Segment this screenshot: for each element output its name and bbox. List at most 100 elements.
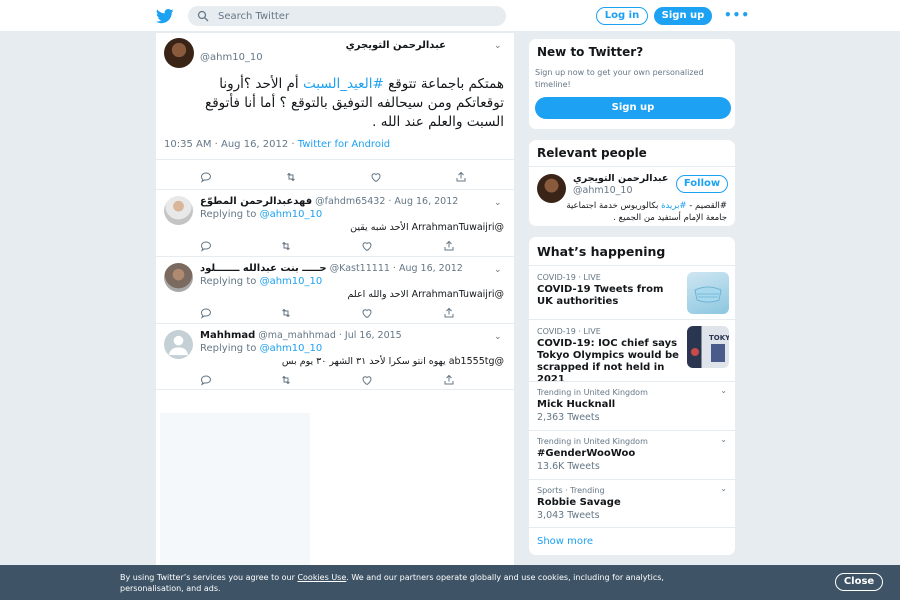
card-title: New to Twitter? bbox=[537, 45, 644, 59]
reply-icon[interactable] bbox=[200, 304, 214, 319]
chevron-down-icon[interactable]: ⌄ bbox=[494, 332, 502, 342]
relevant-people-card: Relevant people عبدالرحمن التويجري @ahm1… bbox=[528, 139, 736, 227]
author-avatar[interactable] bbox=[164, 38, 194, 68]
cookie-banner: By using Twitter’s services you agree to… bbox=[0, 565, 900, 600]
trend-title: COVID-19: IOC chief says Tokyo Olympics … bbox=[537, 338, 679, 385]
whats-happening-card: What’s happening COVID-19 · LIVE COVID-1… bbox=[528, 236, 736, 556]
replying-to: Replying to @ahm10_10 bbox=[200, 209, 322, 220]
card-signup-button[interactable]: Sign up bbox=[535, 97, 731, 119]
person-avatar[interactable] bbox=[537, 174, 566, 203]
trend-meta: Sports · Trending bbox=[537, 486, 605, 495]
cookie-link[interactable]: Cookies Use bbox=[297, 573, 346, 582]
person-handle[interactable]: @ahm10_10 bbox=[573, 185, 633, 196]
divider bbox=[156, 389, 514, 390]
card-title: What’s happening bbox=[537, 244, 666, 259]
trend-meta: Trending in United Kingdom bbox=[537, 388, 648, 397]
chevron-down-icon[interactable]: ⌄ bbox=[494, 198, 502, 208]
trend-count: 2,363 Tweets bbox=[537, 412, 600, 423]
more-options-icon[interactable]: ••• bbox=[724, 9, 749, 22]
reply-text: @ab1555tg يهوه انتو سكرا لأحد ٣١ الشهر ٣… bbox=[281, 356, 504, 367]
reply-author-name[interactable]: حـــــ بنت عبدالله ـــــــلود bbox=[200, 263, 327, 274]
like-icon[interactable] bbox=[361, 304, 375, 319]
reply-icon[interactable] bbox=[200, 168, 214, 183]
reply-tweet[interactable]: فهدعبدالرحمن المطوّع @fahdm65432 · Aug 1… bbox=[156, 190, 514, 256]
twitter-logo-icon[interactable] bbox=[156, 7, 174, 25]
search-icon bbox=[197, 10, 209, 22]
tweet-source[interactable]: Twitter for Android bbox=[298, 139, 390, 150]
close-button[interactable]: Close bbox=[835, 573, 883, 591]
cookie-text: By using Twitter’s services you agree to… bbox=[120, 572, 720, 594]
chevron-down-icon[interactable]: ⌄ bbox=[494, 41, 502, 51]
reply-tweet[interactable]: حـــــ بنت عبدالله ـــــــلود @Kast11111… bbox=[156, 257, 514, 323]
reply-avatar[interactable] bbox=[164, 196, 193, 225]
reply-tweet[interactable]: Mahhmad @ma_mahhmad · Jul 16, 2015 ⌄ Rep… bbox=[156, 324, 514, 390]
trend-item[interactable]: COVID-19 · LIVE COVID-19: IOC chief says… bbox=[529, 319, 735, 385]
reply-author-handle[interactable]: @Kast11111 bbox=[330, 263, 390, 274]
reply-avatar[interactable] bbox=[164, 263, 193, 292]
retweet-icon[interactable] bbox=[280, 237, 294, 251]
author-handle[interactable]: @ahm10_10 bbox=[200, 52, 263, 63]
like-icon[interactable] bbox=[361, 237, 375, 252]
reply-author-handle[interactable]: @fahdm65432 bbox=[315, 196, 385, 207]
chevron-down-icon[interactable]: ⌄ bbox=[494, 265, 502, 275]
trend-title: COVID-19 Tweets from UK authorities bbox=[537, 284, 664, 307]
retweet-icon[interactable] bbox=[285, 168, 299, 182]
reply-icon[interactable] bbox=[200, 371, 214, 386]
trend-item[interactable]: Trending in United Kingdom ⌄ Mick Huckna… bbox=[529, 381, 735, 430]
follow-button[interactable]: Follow bbox=[676, 175, 728, 193]
replying-to-link[interactable]: @ahm10_10 bbox=[260, 209, 323, 220]
share-icon[interactable] bbox=[443, 237, 457, 251]
retweet-icon[interactable] bbox=[280, 371, 294, 385]
share-icon[interactable] bbox=[443, 304, 457, 318]
tweet-text: همتكم باجماعة تتوقع #العيد_السبت أم الأح… bbox=[174, 75, 504, 132]
reply-author-name[interactable]: Mahhmad bbox=[200, 330, 255, 341]
divider bbox=[156, 159, 514, 160]
show-more-row: Show more bbox=[529, 527, 735, 555]
replying-to-link[interactable]: @ahm10_10 bbox=[260, 276, 323, 287]
chevron-down-icon[interactable]: ⌄ bbox=[720, 435, 727, 444]
trend-count: 3,043 Tweets bbox=[537, 510, 600, 521]
author-name[interactable]: عبدالرحمن التويجري bbox=[346, 40, 446, 51]
share-icon[interactable] bbox=[455, 168, 469, 182]
show-more-link[interactable]: Show more bbox=[537, 536, 593, 547]
mask-thumbnail-icon bbox=[687, 272, 729, 314]
trend-meta: COVID-19 · LIVE bbox=[537, 273, 601, 282]
tweet-meta: 10:35 AM · Aug 16, 2012 · Twitter for An… bbox=[164, 139, 390, 150]
tweet-time[interactable]: 10:35 AM · Aug 16, 2012 · bbox=[164, 139, 298, 150]
bio-hashtag[interactable]: #بريدة bbox=[661, 201, 686, 211]
card-title: Relevant people bbox=[537, 146, 647, 160]
reply-text: @ArrahmanTuwaijri الاحد والله اعلم bbox=[347, 289, 504, 300]
reply-date[interactable]: · Aug 16, 2012 bbox=[390, 263, 463, 274]
reply-actions bbox=[200, 237, 470, 252]
reply-author-handle[interactable]: @ma_mahhmad bbox=[258, 330, 336, 341]
reply-actions bbox=[200, 304, 470, 319]
card-description: Sign up now to get your own personalized… bbox=[535, 68, 704, 89]
chevron-down-icon[interactable]: ⌄ bbox=[720, 484, 727, 493]
default-avatar-icon[interactable] bbox=[164, 330, 193, 359]
like-icon[interactable] bbox=[370, 168, 384, 183]
person-name[interactable]: عبدالرحمن التويجري bbox=[573, 173, 668, 184]
trend-item[interactable]: COVID-19 · LIVE COVID-19 Tweets from UK … bbox=[529, 265, 735, 319]
person-bio: #القصيم - #بريدة بكالوريوس خدمة اجتماعية… bbox=[547, 200, 727, 224]
trend-title: #GenderWooWoo bbox=[537, 448, 636, 459]
search-input[interactable] bbox=[218, 7, 488, 25]
share-icon[interactable] bbox=[443, 371, 457, 385]
replying-to: Replying to @ahm10_10 bbox=[200, 343, 322, 354]
reply-icon[interactable] bbox=[200, 237, 214, 252]
like-icon[interactable] bbox=[361, 371, 375, 386]
reply-date[interactable]: · Aug 16, 2012 bbox=[385, 196, 458, 207]
reply-date[interactable]: · Jul 16, 2015 bbox=[336, 330, 402, 341]
divider bbox=[529, 166, 735, 167]
svg-text:TOKYO: TOKYO bbox=[709, 334, 729, 342]
retweet-icon[interactable] bbox=[280, 304, 294, 318]
chevron-down-icon[interactable]: ⌄ bbox=[720, 386, 727, 395]
login-button[interactable]: Log in bbox=[596, 7, 648, 25]
signup-button[interactable]: Sign up bbox=[654, 7, 712, 25]
reply-author-name[interactable]: فهدعبدالرحمن المطوّع bbox=[200, 196, 312, 207]
tweet-hashtag[interactable]: #العيد_السبت bbox=[303, 76, 384, 92]
trend-item[interactable]: Trending in United Kingdom ⌄ #GenderWooW… bbox=[529, 430, 735, 479]
search-box[interactable] bbox=[188, 6, 506, 26]
trend-meta: Trending in United Kingdom bbox=[537, 437, 648, 446]
replying-to-link[interactable]: @ahm10_10 bbox=[260, 343, 323, 354]
trend-item[interactable]: Sports · Trending ⌄ Robbie Savage 3,043 … bbox=[529, 479, 735, 527]
